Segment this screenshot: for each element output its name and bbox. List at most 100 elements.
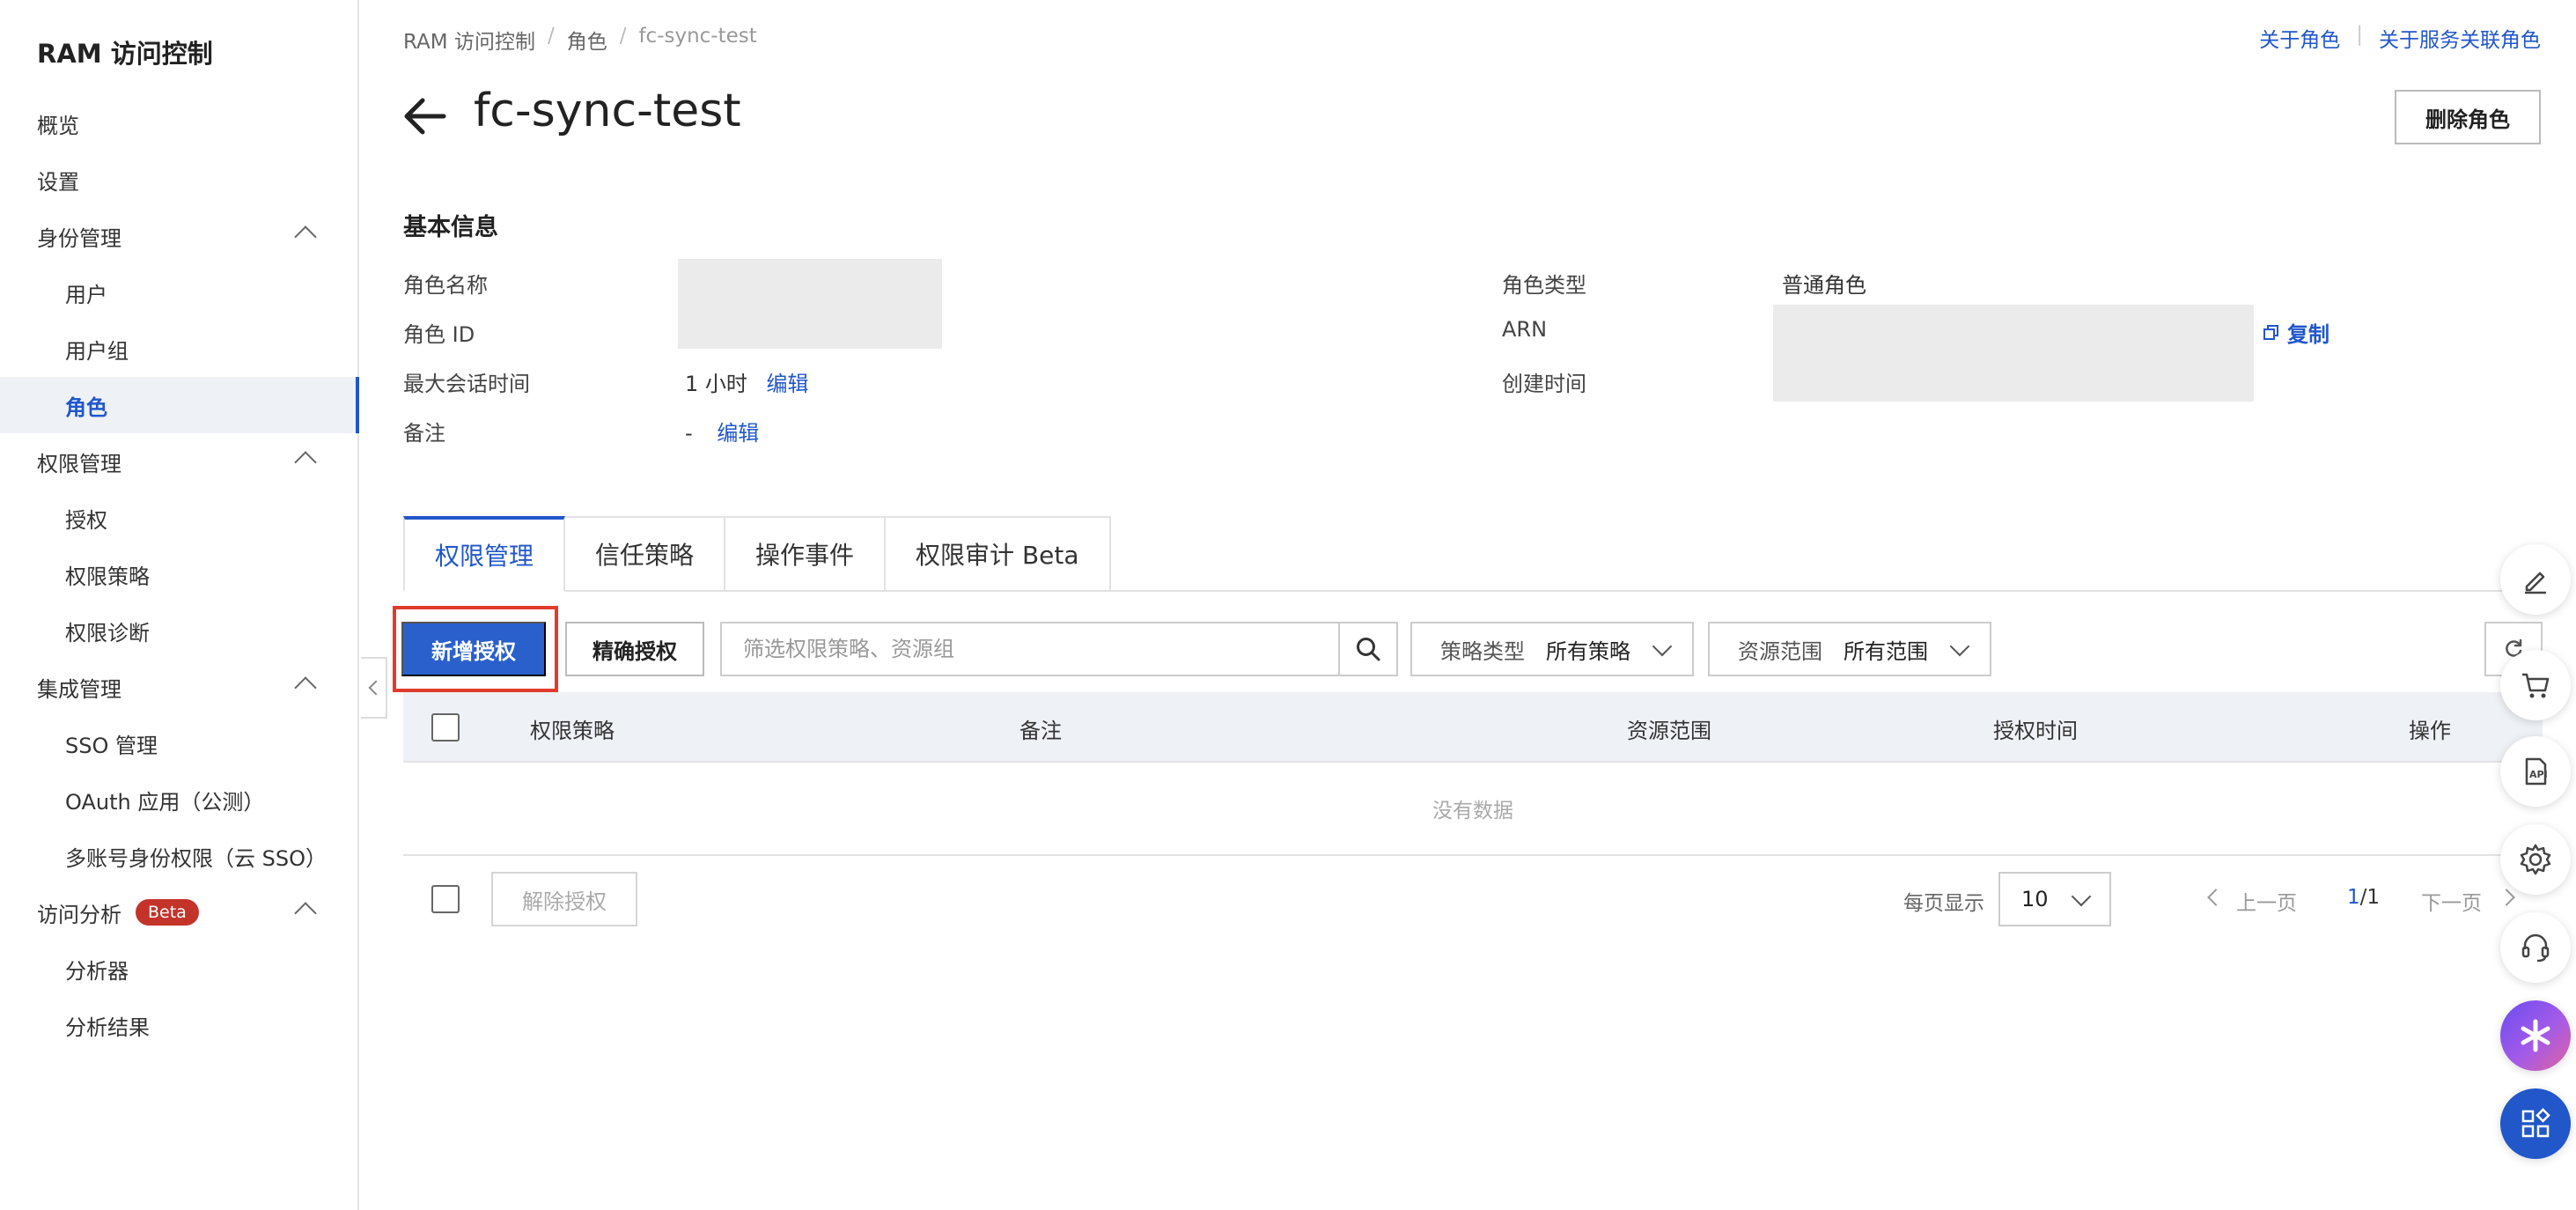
sidebar-group-access-analysis[interactable]: 访问分析 Beta [0, 884, 357, 941]
select-all-checkbox[interactable] [431, 713, 460, 741]
sidebar-item-label: 概览 [37, 113, 79, 138]
breadcrumb-separator: / [619, 25, 627, 48]
sidebar-item-grants[interactable]: 授权 [0, 490, 357, 546]
per-page-label: 每页显示 [1903, 892, 1984, 915]
sidebar-item-label: 用户 [65, 282, 107, 307]
float-settings-button[interactable] [2500, 824, 2571, 895]
policy-type-label: 策略类型 [1440, 638, 1525, 664]
sidebar-item-label: 权限诊断 [65, 620, 150, 646]
sidebar-item-cloud-sso[interactable]: 多账号身份权限（云 SSO） [0, 828, 357, 884]
edit-max-session-link[interactable]: 编辑 [767, 372, 809, 396]
about-service-linked-roles-link[interactable]: 关于服务关联角色 [2379, 23, 2541, 53]
float-support-button[interactable] [2500, 912, 2571, 983]
api-icon: API [2525, 757, 2548, 786]
sidebar-item-label: 分析结果 [65, 1014, 150, 1040]
search-box [720, 622, 1398, 676]
sidebar-item-roles[interactable]: 角色 [0, 377, 359, 433]
footer-select-checkbox[interactable] [431, 885, 460, 913]
gear-icon [2520, 844, 2551, 875]
delete-role-button[interactable]: 删除角色 [2395, 90, 2541, 144]
sidebar-group-integration[interactable]: 集成管理 [0, 659, 357, 715]
policy-type-select[interactable]: 策略类型 所有策略 [1410, 622, 1694, 676]
page-indicator: 1/1 [2347, 886, 2380, 909]
breadcrumb-ram[interactable]: RAM 访问控制 [403, 25, 535, 55]
remark-value: - 编辑 [685, 416, 759, 446]
sidebar-item-label: OAuth 应用（公测） [65, 789, 265, 815]
sidebar-item-analyzer[interactable]: 分析器 [0, 941, 357, 997]
redacted-role-name-id [678, 259, 942, 349]
chevron-up-icon [294, 676, 317, 699]
page-title: fc-sync-test [474, 85, 741, 137]
sidebar-item-label: 权限管理 [37, 451, 121, 476]
link-separator: | [2356, 23, 2363, 46]
chevron-up-icon [294, 225, 317, 248]
tab-events[interactable]: 操作事件 [725, 516, 887, 592]
page-current: 1 [2347, 886, 2360, 909]
sidebar: RAM 访问控制 概览 设置 身份管理 用户 用户组 角色 权限管理 授权 权限… [0, 0, 359, 1210]
back-arrow-icon[interactable] [401, 97, 447, 136]
breadcrumb: RAM 访问控制 / 角色 / fc-sync-test [403, 25, 757, 55]
sidebar-item-label: 权限策略 [65, 564, 150, 589]
float-cart-button[interactable] [2500, 650, 2571, 720]
sidebar-item-analysis-results[interactable]: 分析结果 [0, 997, 357, 1053]
precise-grant-button[interactable]: 精确授权 [565, 622, 704, 676]
max-session-label: 最大会话时间 [403, 372, 530, 396]
tab-audit[interactable]: 权限审计 Beta [886, 516, 1111, 592]
sidebar-item-policies[interactable]: 权限策略 [0, 546, 357, 602]
search-input[interactable] [722, 623, 1338, 675]
revoke-grant-button[interactable]: 解除授权 [491, 872, 637, 926]
copy-arn-button[interactable]: 复制 [2263, 317, 2329, 348]
sidebar-item-oauth[interactable]: OAuth 应用（公测） [0, 771, 357, 828]
sidebar-item-label: 分析器 [65, 958, 129, 984]
basic-info-title: 基本信息 [403, 214, 498, 241]
role-type-value: 普通角色 [1782, 273, 1866, 298]
headset-icon [2521, 933, 2550, 963]
sidebar-item-label: 设置 [37, 169, 79, 195]
edit-remark-link[interactable]: 编辑 [717, 421, 759, 446]
sidebar-item-diagnosis[interactable]: 权限诊断 [0, 602, 357, 659]
copy-icon [2263, 324, 2278, 340]
next-page-button[interactable]: 下一页 [2421, 886, 2482, 916]
sidebar-item-label: 用户组 [65, 338, 129, 364]
add-grant-button[interactable]: 新增授权 [401, 622, 546, 676]
breadcrumb-roles[interactable]: 角色 [567, 25, 607, 55]
sidebar-collapse-handle[interactable] [361, 657, 387, 719]
svg-text:API: API [2529, 769, 2548, 780]
remark-text: - [685, 421, 693, 446]
resource-scope-select[interactable]: 资源范围 所有范围 [1708, 622, 1991, 676]
search-button[interactable] [1338, 623, 1396, 675]
float-ai-assistant-button[interactable] [2500, 1000, 2571, 1071]
float-edit-button[interactable] [2500, 544, 2571, 615]
role-id-label: 角色 ID [403, 322, 475, 347]
chevron-down-icon [2071, 886, 2092, 907]
table-header: 权限策略 备注 资源范围 授权时间 操作 [403, 692, 2543, 763]
breadcrumb-separator: / [547, 25, 555, 48]
created-time-label: 创建时间 [1502, 372, 1586, 396]
float-apps-button[interactable] [2500, 1088, 2571, 1159]
tab-bar: 权限管理 信任策略 操作事件 权限审计 Beta [403, 516, 1111, 592]
beta-badge: Beta [136, 899, 199, 926]
tab-trust-policy[interactable]: 信任策略 [565, 516, 726, 592]
search-icon [1357, 638, 1380, 661]
resource-scope-value: 所有范围 [1844, 638, 1928, 664]
sidebar-item-label: 多账号身份权限（云 SSO） [65, 845, 327, 871]
sidebar-item-settings[interactable]: 设置 [0, 151, 357, 208]
pencil-icon [2525, 572, 2546, 594]
policy-type-value: 所有策略 [1546, 638, 1630, 664]
arn-label: ARN [1502, 317, 1548, 342]
prev-page-button[interactable]: 上一页 [2236, 886, 2297, 916]
remark-label: 备注 [403, 421, 445, 446]
tab-permissions[interactable]: 权限管理 [403, 516, 566, 592]
float-api-button[interactable]: API [2500, 736, 2571, 807]
about-roles-link[interactable]: 关于角色 [2259, 23, 2340, 53]
col-scope: 资源范围 [1627, 719, 1711, 743]
sidebar-group-identity[interactable]: 身份管理 [0, 208, 357, 264]
sidebar-item-user-groups[interactable]: 用户组 [0, 321, 357, 377]
sidebar-item-sso[interactable]: SSO 管理 [0, 715, 357, 771]
sidebar-item-users[interactable]: 用户 [0, 264, 357, 321]
col-actions: 操作 [2409, 719, 2451, 743]
sidebar-group-permissions[interactable]: 权限管理 [0, 433, 357, 490]
sidebar-item-overview[interactable]: 概览 [0, 95, 357, 151]
per-page-select[interactable]: 10 [1998, 872, 2111, 926]
redacted-arn-created [1773, 305, 2254, 402]
